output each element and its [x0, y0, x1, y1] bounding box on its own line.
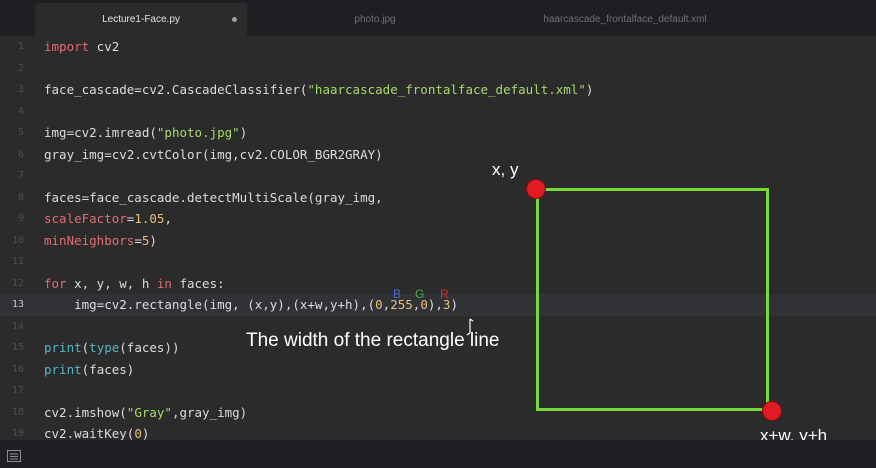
code-line[interactable]: 19 cv2.waitKey(0)	[0, 423, 876, 440]
tab-photo[interactable]: photo.jpg	[262, 3, 488, 36]
code-text: faces=face_cascade.detectMultiScale(gray…	[44, 189, 383, 205]
channel-label-b: B	[393, 287, 402, 301]
code-line[interactable]: 7	[0, 165, 876, 187]
code-text: img=cv2.imread("photo.jpg")	[44, 125, 248, 140]
line-number: 6	[17, 148, 24, 160]
status-bar	[0, 440, 876, 468]
code-line[interactable]: 1 import cv2	[0, 36, 876, 58]
line-number: 16	[11, 363, 24, 375]
rectangle-diagram	[536, 188, 769, 411]
tab-haarcascade[interactable]: haarcascade_frontalface_default.xml	[500, 3, 750, 36]
code-text: face_cascade=cv2.CascadeClassifier("haar…	[44, 82, 594, 97]
line-number: 18	[11, 406, 24, 418]
line-number: 17	[11, 385, 24, 396]
line-number: 12	[11, 277, 24, 289]
tab-bar: Lecture1-Face.py photo.jpg haarcascade_f…	[0, 0, 876, 36]
channel-label-r: R	[440, 287, 449, 301]
channel-label-g: G	[415, 287, 425, 301]
code-line[interactable]: 5 img=cv2.imread("photo.jpg")	[0, 122, 876, 144]
line-number: 19	[11, 428, 24, 439]
tab-label: Lecture1-Face.py	[102, 14, 180, 25]
code-text: scaleFactor=1.05,	[44, 211, 172, 226]
code-line[interactable]: 3 face_cascade=cv2.CascadeClassifier("haa…	[0, 79, 876, 101]
code-line[interactable]: 4	[0, 101, 876, 123]
top-left-label: x, y	[492, 160, 519, 179]
line-number: 10	[11, 234, 24, 246]
top-left-corner-marker	[526, 179, 546, 199]
code-text: gray_img=cv2.cvtColor(img,cv2.COLOR_BGR2…	[44, 146, 383, 162]
code-text: cv2.waitKey(0)	[44, 426, 150, 440]
tab-label: haarcascade_frontalface_default.xml	[543, 14, 707, 25]
line-number: 5	[17, 127, 24, 138]
code-text: print(faces)	[44, 361, 135, 377]
code-text: print(type(faces))	[44, 340, 180, 355]
code-text: minNeighbors=5)	[44, 232, 157, 248]
line-number: 4	[17, 105, 24, 117]
code-text: import cv2	[44, 39, 120, 54]
line-number: 9	[17, 213, 24, 224]
line-number: 3	[17, 84, 24, 95]
line-number: 15	[11, 342, 24, 353]
line-number: 7	[17, 170, 24, 181]
line-number: 13	[11, 299, 24, 310]
line-number: 1	[17, 41, 24, 52]
line-number: 14	[11, 320, 24, 332]
tab-lecture1-face[interactable]: Lecture1-Face.py	[35, 3, 247, 36]
code-line[interactable]: 6 gray_img=cv2.cvtColor(img,cv2.COLOR_BGR…	[0, 144, 876, 166]
bottom-right-corner-marker	[762, 401, 782, 421]
modified-dot-icon	[232, 17, 237, 22]
file-status-icon[interactable]	[7, 447, 21, 462]
code-text: cv2.imshow("Gray",gray_img)	[44, 404, 248, 420]
line-number: 11	[11, 256, 24, 267]
code-line[interactable]: 2	[0, 58, 876, 80]
line-number: 2	[17, 62, 24, 74]
line-number: 8	[17, 191, 24, 203]
code-text: for x, y, w, h in faces:	[44, 275, 225, 291]
width-annotation: The width of the rectangle line	[246, 330, 500, 351]
tab-label: photo.jpg	[354, 14, 396, 25]
